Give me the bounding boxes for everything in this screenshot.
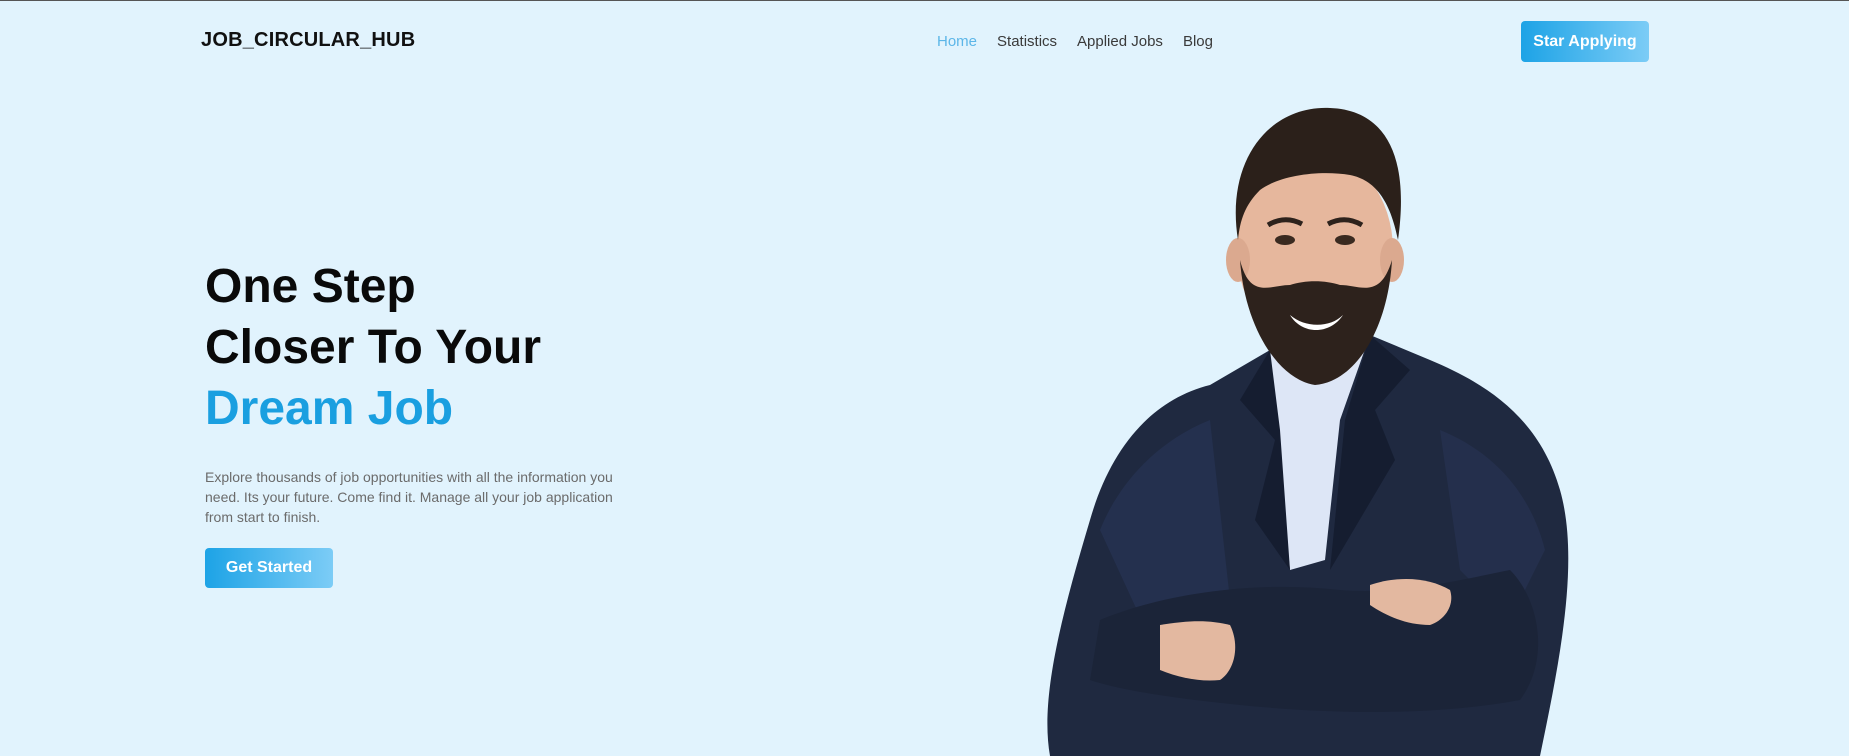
hero-title: One Step Closer To Your Dream Job <box>205 256 665 439</box>
start-applying-button[interactable]: Star Applying <box>1521 21 1649 62</box>
get-started-button[interactable]: Get Started <box>205 548 333 588</box>
nav-link-applied-jobs[interactable]: Applied Jobs <box>1077 33 1163 50</box>
hero-title-line-1: One Step <box>205 260 416 313</box>
site-logo[interactable]: JOB_CIRCULAR_HUB <box>201 29 415 52</box>
hero-title-line-2: Closer To Your <box>205 321 542 374</box>
hero-title-accent: Dream Job <box>205 382 454 435</box>
hero-section: One Step Closer To Your Dream Job Explor… <box>205 256 665 588</box>
nav-link-home[interactable]: Home <box>937 33 977 50</box>
hero-description: Explore thousands of job opportunities w… <box>205 469 613 525</box>
nav-links: Home Statistics Applied Jobs Blog <box>937 33 1213 50</box>
hero-person-image <box>1047 107 1569 756</box>
nav-link-statistics[interactable]: Statistics <box>997 33 1057 50</box>
navbar: JOB_CIRCULAR_HUB Home Statistics Applied… <box>0 1 1849 81</box>
nav-link-blog[interactable]: Blog <box>1183 33 1213 50</box>
